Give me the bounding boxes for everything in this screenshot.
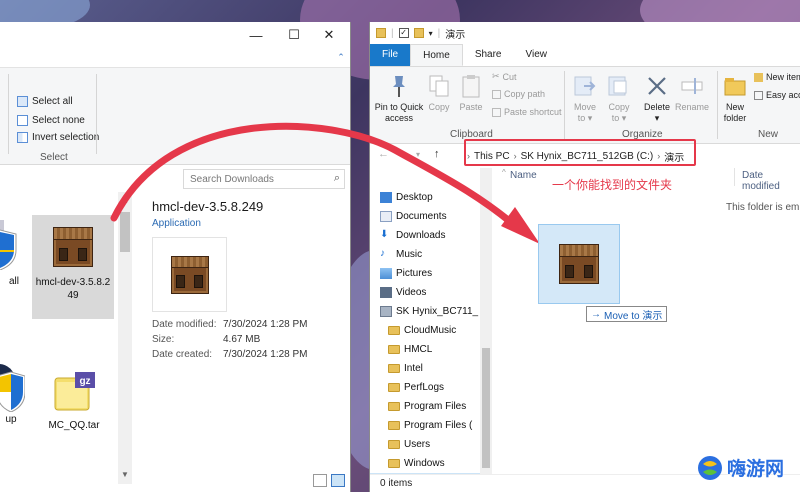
drag-arrow-path [110, 122, 524, 234]
site-watermark: 嗨游网 [697, 454, 784, 481]
drag-ghost [538, 224, 620, 304]
watermark-text: 嗨游网 [727, 459, 785, 480]
drag-arrow [110, 122, 540, 244]
crafting-table-icon [559, 244, 599, 284]
watermark-logo-icon [698, 455, 722, 480]
move-arrow-icon: → [591, 308, 601, 320]
drag-move-tooltip: → Move to 演示 [586, 306, 668, 322]
drag-arrow-head [501, 207, 540, 244]
